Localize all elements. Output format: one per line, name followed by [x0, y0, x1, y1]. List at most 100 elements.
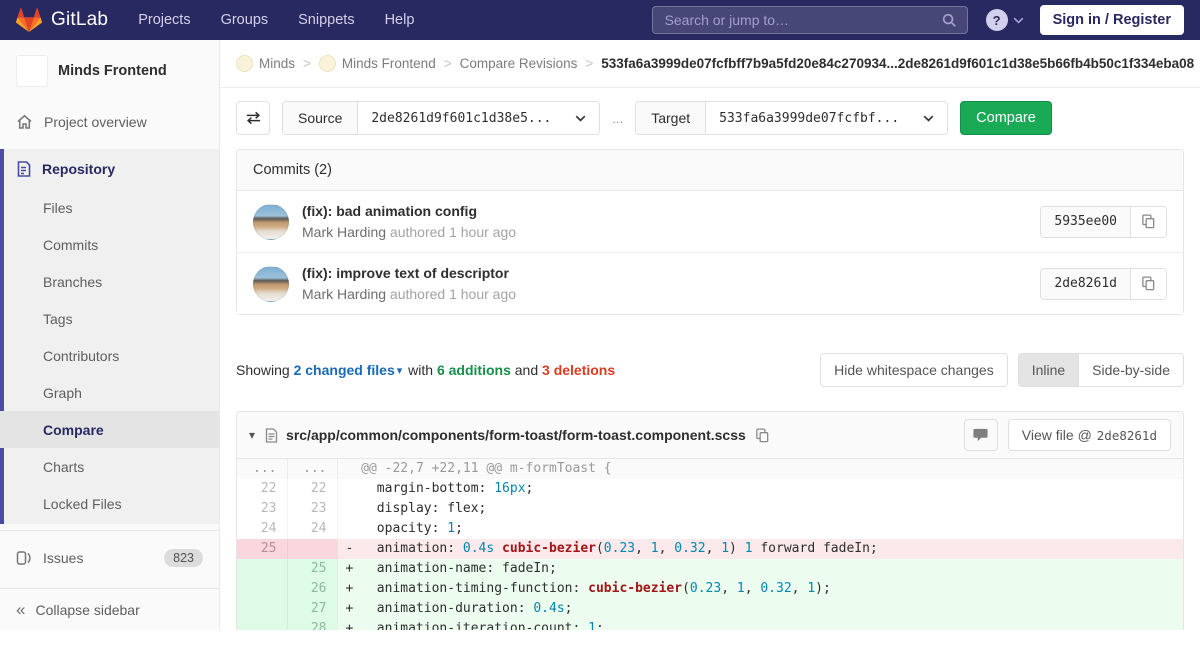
new-line-number[interactable]: ... [287, 459, 337, 479]
old-line-number[interactable]: 25 [237, 539, 287, 559]
code-segment: 0.23 [604, 541, 635, 556]
swap-revisions-button[interactable] [236, 101, 270, 135]
old-line-number[interactable] [237, 619, 287, 630]
commit-list: (fix): bad animation config Mark Harding … [237, 191, 1183, 314]
diff-line-code: - animation: 0.4s cubic-bezier(0.23, 1, … [337, 539, 1183, 559]
target-dropdown[interactable]: 533fa6a3999de07fcfbf... [706, 102, 947, 134]
file-path[interactable]: src/app/common/components/form-toast/for… [286, 427, 746, 443]
project-context-header[interactable]: Minds Frontend [0, 40, 219, 103]
new-line-number[interactable] [287, 539, 337, 559]
code-segment: 0.32 [760, 581, 791, 596]
sidebar-item-graph[interactable]: Graph [0, 374, 219, 411]
sidebar-item-commits[interactable]: Commits [0, 226, 219, 263]
search-input[interactable] [663, 11, 942, 29]
code-segment: 1 [745, 541, 753, 556]
sidebar-item-issues[interactable]: Issues 823 [0, 537, 219, 579]
breadcrumb-item-compare-revisions[interactable]: Compare Revisions [460, 56, 578, 71]
new-line-number[interactable]: 24 [287, 519, 337, 539]
sidebar-item-repository[interactable]: Repository [0, 149, 219, 189]
collapse-sidebar-button[interactable]: « Collapse sidebar [0, 588, 219, 630]
new-line-number[interactable]: 26 [287, 579, 337, 599]
code-segment: animation-duration: [361, 601, 533, 616]
avatar [253, 204, 289, 240]
code-segment: 0.23 [690, 581, 721, 596]
copy-sha-button[interactable] [1131, 207, 1166, 237]
old-line-number[interactable]: ... [237, 459, 287, 479]
code-segment: 1 [721, 541, 729, 556]
commit-title[interactable]: (fix): bad animation config [302, 203, 516, 219]
sidebar-item-files[interactable]: Files [0, 189, 219, 226]
sidebar-item-tags[interactable]: Tags [0, 300, 219, 337]
new-line-number[interactable]: 28 [287, 619, 337, 630]
sidebar-item-project-overview[interactable]: Project overview [0, 103, 219, 141]
sidebar-item-branches[interactable]: Branches [0, 263, 219, 300]
commit-author[interactable]: Mark Harding [302, 224, 386, 240]
commit-sha[interactable]: 2de8261d [1041, 269, 1131, 299]
gitlab-logo[interactable]: GitLab [16, 8, 108, 32]
project-title: Minds Frontend [58, 63, 167, 79]
chevron-down-icon [575, 115, 586, 122]
diff-sign: + [346, 561, 362, 576]
code-segment: , [792, 581, 808, 596]
view-file-label: View file @ [1022, 427, 1092, 443]
with-label: with [408, 362, 433, 378]
old-line-number[interactable] [237, 559, 287, 579]
commit-meta: Mark Harding authored 1 hour ago [302, 224, 516, 240]
side-by-side-toggle-button[interactable]: Side-by-side [1079, 353, 1184, 387]
hide-whitespace-button[interactable]: Hide whitespace changes [820, 353, 1008, 387]
sidebar-item-locked-files[interactable]: Locked Files [0, 485, 219, 522]
breadcrumb-item-minds[interactable]: Minds [236, 55, 295, 72]
commit-author[interactable]: Mark Harding [302, 286, 386, 302]
new-line-number[interactable]: 23 [287, 499, 337, 519]
code-segment: display: flex; [361, 501, 486, 516]
source-dropdown[interactable]: 2de8261d9f601c1d38e5... [358, 102, 599, 134]
changed-files-dropdown[interactable]: 2 changed files [294, 362, 395, 378]
nav-link-projects[interactable]: Projects [138, 12, 190, 28]
search-icon [942, 13, 957, 28]
collapse-label: Collapse sidebar [35, 602, 139, 618]
nav-link-help[interactable]: Help [385, 12, 415, 28]
file-collapse-caret-icon[interactable]: ▾ [249, 428, 255, 442]
copy-icon[interactable] [755, 428, 770, 443]
nav-link-snippets[interactable]: Snippets [298, 12, 354, 28]
old-line-number[interactable]: 23 [237, 499, 287, 519]
sidebar-item-compare[interactable]: Compare [0, 411, 219, 448]
sidebar-item-contributors[interactable]: Contributors [0, 337, 219, 374]
old-line-number[interactable] [237, 579, 287, 599]
breadcrumb-item-minds-frontend[interactable]: Minds Frontend [319, 55, 436, 72]
diff-sign [346, 481, 362, 496]
view-file-button[interactable]: View file @ 2de8261d [1008, 419, 1171, 451]
new-line-number[interactable]: 25 [287, 559, 337, 579]
old-line-number[interactable] [237, 599, 287, 619]
file-icon [265, 428, 278, 443]
commit-time: authored 1 hour ago [390, 286, 516, 302]
commit-sha[interactable]: 5935ee00 [1041, 207, 1131, 237]
project-sidebar: Minds Frontend Project overview Reposito… [0, 40, 220, 630]
diff-sign [346, 521, 362, 536]
new-line-number[interactable]: 22 [287, 479, 337, 499]
inline-toggle-button[interactable]: Inline [1018, 353, 1079, 387]
commit-title[interactable]: (fix): improve text of descriptor [302, 265, 516, 281]
help-icon[interactable]: ? [986, 9, 1008, 31]
old-line-number[interactable]: 24 [237, 519, 287, 539]
search-box[interactable] [652, 6, 968, 34]
compare-button[interactable]: Compare [960, 101, 1052, 135]
old-line-number[interactable]: 22 [237, 479, 287, 499]
code-segment: 1 [737, 581, 745, 596]
sidebar-item-charts[interactable]: Charts [0, 448, 219, 485]
issues-count-badge: 823 [164, 549, 203, 567]
copy-sha-button[interactable] [1131, 269, 1166, 299]
sidebar-section-repository: Repository FilesCommitsBranchesTagsContr… [0, 149, 219, 524]
nav-link-groups[interactable]: Groups [221, 12, 269, 28]
commit-sha-group: 2de8261d [1040, 268, 1167, 300]
target-label: Target [636, 102, 706, 134]
sign-in-register-button[interactable]: Sign in / Register [1040, 5, 1184, 35]
code-segment: ; [526, 481, 534, 496]
diff-line-code: + animation-duration: 0.4s; [337, 599, 1183, 619]
comment-bubble-icon [973, 428, 988, 442]
help-menu[interactable]: ? [986, 9, 1024, 31]
comment-button[interactable] [964, 419, 998, 451]
code-segment: cubic-bezier [502, 541, 596, 556]
new-line-number[interactable]: 27 [287, 599, 337, 619]
chevron-down-icon [1013, 17, 1024, 24]
